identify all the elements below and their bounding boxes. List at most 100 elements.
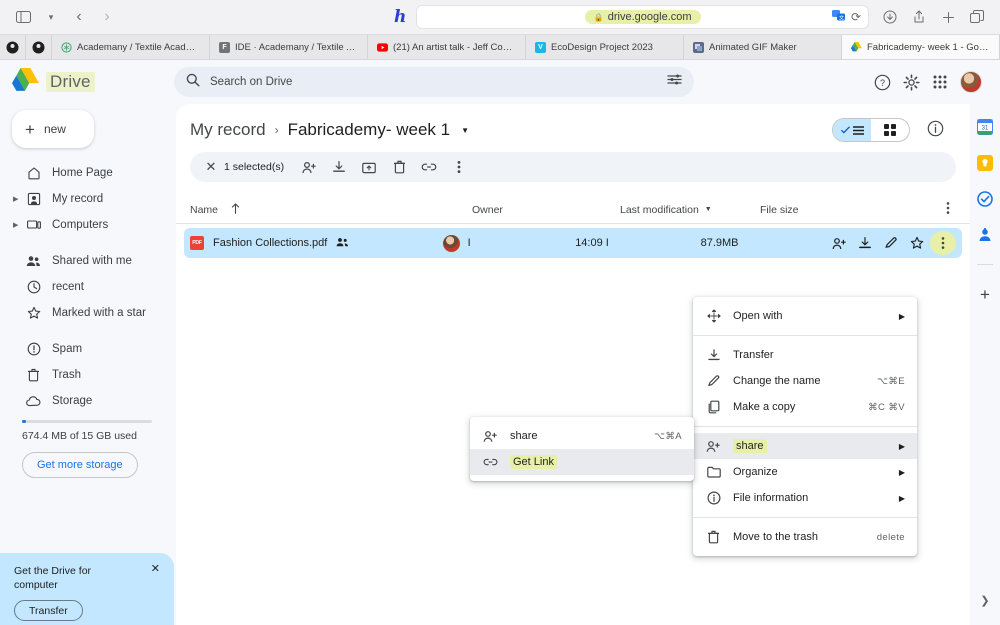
share-icon[interactable]: [906, 5, 932, 29]
list-view-icon[interactable]: [833, 119, 871, 141]
browser-tab-1[interactable]: F IDE · Academany / Textile Ac...: [210, 35, 368, 59]
sidebar-item-recent[interactable]: recent: [0, 274, 176, 300]
hypothesis-icon[interactable]: h: [394, 7, 406, 27]
link-icon[interactable]: [414, 162, 444, 172]
download-icon[interactable]: [324, 160, 354, 174]
translate-icon[interactable]: 文: [831, 10, 845, 24]
menu-item-transfer[interactable]: Transfer: [693, 342, 917, 368]
menu-item-file-information[interactable]: File information ▶: [693, 485, 917, 511]
sidebar-item-my-record-label: My record: [52, 193, 104, 205]
owner-cell: I: [442, 234, 576, 252]
sidebar-item-shared-with-me[interactable]: Shared with me: [0, 248, 176, 274]
drive-header: Drive Search on Drive ?: [0, 60, 1000, 104]
drive-brand[interactable]: Drive: [12, 67, 164, 97]
sidebar-dropdown-icon[interactable]: ▾: [38, 5, 64, 29]
column-header-name[interactable]: Name: [190, 202, 472, 217]
tasks-icon[interactable]: [976, 190, 994, 208]
new-tab-plus-icon[interactable]: [935, 5, 961, 29]
drive-app: Drive Search on Drive ? + new Home Page …: [0, 60, 1000, 625]
submenu-item-get-link[interactable]: Get Link: [470, 449, 694, 475]
column-header-last-modification[interactable]: Last modification ▼: [620, 204, 760, 216]
close-icon[interactable]: ✕: [151, 562, 160, 575]
person-add-icon[interactable]: [826, 231, 852, 255]
trash-icon[interactable]: [384, 160, 414, 174]
folder-icon: [706, 466, 721, 478]
submenu-item-share[interactable]: share ⌥⌘A: [470, 423, 694, 449]
left-sidebar: + new Home Page ▶ My record ▶ Computers …: [0, 104, 176, 625]
menu-item-share[interactable]: share ▶: [693, 433, 917, 459]
sidebar-item-home-page[interactable]: Home Page: [0, 160, 176, 186]
more-vert-icon[interactable]: [930, 231, 956, 255]
menu-item-change-the-name[interactable]: Change the name ⌥⌘E: [693, 368, 917, 394]
help-icon[interactable]: ?: [874, 74, 891, 91]
settings-icon[interactable]: [903, 73, 920, 91]
breadcrumb-current[interactable]: Fabricademy- week 1: [288, 120, 451, 140]
column-options-icon[interactable]: [946, 201, 956, 218]
sidebar-item-marked-with-a-star[interactable]: Marked with a star: [0, 300, 176, 326]
chevron-right-icon[interactable]: ▶: [13, 195, 18, 203]
close-icon[interactable]: ✕: [198, 159, 224, 175]
menu-item-make-a-copy[interactable]: Make a copy ⌘C ⌘V: [693, 394, 917, 420]
new-button[interactable]: + new: [12, 110, 94, 148]
menu-item-open-with[interactable]: Open with ▶: [693, 303, 917, 329]
tab-strip: Academany / Textile Academ... F IDE · Ac…: [0, 34, 1000, 59]
download-icon[interactable]: [852, 231, 878, 255]
sidebar-item-spam[interactable]: Spam: [0, 336, 176, 362]
sidebar-item-storage[interactable]: Storage: [0, 388, 176, 414]
download-icon[interactable]: [877, 5, 903, 29]
reload-icon[interactable]: ⟳: [851, 10, 861, 24]
my-drive-icon: [26, 192, 41, 206]
sidebar-item-recent-label: recent: [52, 281, 84, 293]
plus-icon[interactable]: +: [980, 285, 990, 305]
search-bar[interactable]: Search on Drive: [174, 67, 694, 97]
tab-nav-prev-icon[interactable]: [0, 35, 26, 59]
avatar: [442, 234, 460, 252]
get-more-storage-button[interactable]: Get more storage: [22, 452, 138, 478]
more-vert-icon[interactable]: [444, 160, 474, 174]
edit-icon[interactable]: [878, 231, 904, 255]
share-submenu: share ⌥⌘A Get Link: [470, 417, 694, 481]
forward-arrow-icon[interactable]: ›: [94, 5, 120, 29]
column-header-owner[interactable]: Owner: [472, 204, 620, 216]
tab-nav-next-icon[interactable]: [26, 35, 52, 59]
column-header-file-size[interactable]: File size: [760, 204, 900, 216]
promo-transfer-button[interactable]: Transfer: [14, 600, 83, 622]
menu-item-organize[interactable]: Organize ▶: [693, 459, 917, 485]
browser-tab-5[interactable]: Fabricademy- week 1 - Googl...: [842, 35, 1000, 59]
sidebar-item-computers[interactable]: ▶ Computers: [0, 212, 176, 238]
avatar[interactable]: [960, 71, 982, 93]
menu-item-move-to-the-trash[interactable]: Move to the trash delete: [693, 524, 917, 550]
tune-icon[interactable]: [667, 73, 682, 91]
svg-text:31: 31: [982, 126, 989, 132]
sidebar-item-my-record[interactable]: ▶ My record: [0, 186, 176, 212]
drive-logo-icon: [12, 67, 39, 97]
browser-tab-4[interactable]: Animated GIF Maker: [684, 35, 842, 59]
table-header: Name Owner Last modification ▼ File size: [176, 196, 970, 224]
back-arrow-icon[interactable]: ‹: [66, 5, 92, 29]
move-to-folder-icon[interactable]: [354, 161, 384, 174]
star-icon[interactable]: [904, 231, 930, 255]
edit-icon: [706, 374, 721, 388]
browser-tab-2[interactable]: (21) An artist talk - Jeff Cowe...: [368, 35, 526, 59]
table-row[interactable]: PDF Fashion Collections.pdf I 14:09 I 87…: [184, 228, 962, 258]
search-input[interactable]: Search on Drive: [210, 76, 657, 88]
chevron-right-icon[interactable]: ▶: [13, 221, 18, 229]
chevron-down-icon[interactable]: ▼: [461, 126, 469, 135]
browser-tab-3[interactable]: V EcoDesign Project 2023: [526, 35, 684, 59]
tab-overview-icon[interactable]: [964, 5, 990, 29]
breadcrumb-root[interactable]: My record: [190, 120, 266, 140]
url-bar[interactable]: 🔒 drive.google.com 文 ⟳: [416, 5, 869, 29]
grid-view-icon[interactable]: [871, 119, 909, 141]
contacts-icon[interactable]: [976, 226, 994, 244]
browser-tab-0[interactable]: Academany / Textile Academ...: [52, 35, 210, 59]
keep-icon[interactable]: [976, 154, 994, 172]
calendar-icon[interactable]: 31: [976, 118, 994, 136]
nav-divider: [0, 326, 176, 336]
sidebar-item-trash[interactable]: Trash: [0, 362, 176, 388]
apps-grid-icon[interactable]: [932, 74, 948, 90]
info-icon[interactable]: [927, 120, 944, 142]
person-add-icon[interactable]: [294, 161, 324, 174]
chevron-right-icon[interactable]: ❯: [980, 594, 989, 607]
breadcrumb-separator: ›: [274, 123, 279, 137]
sidebar-toggle-icon[interactable]: [10, 5, 36, 29]
